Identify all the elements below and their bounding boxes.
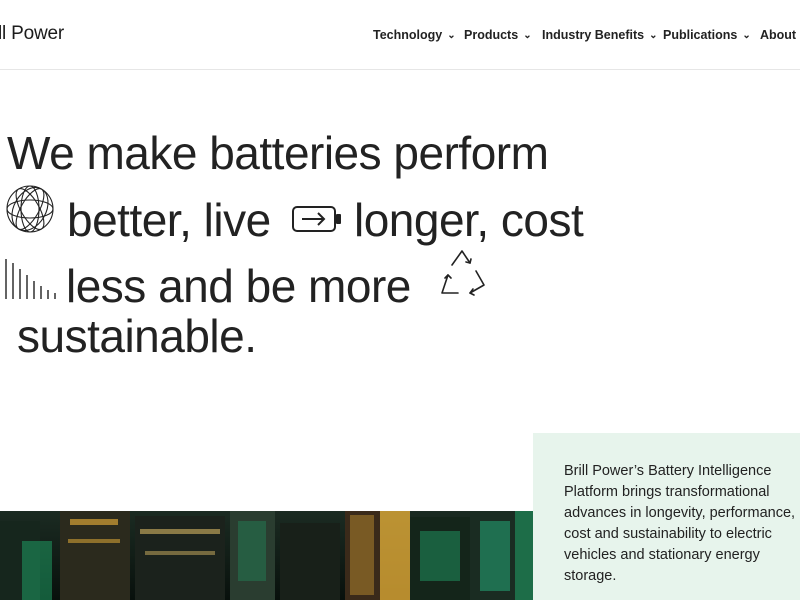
nav-item-publications[interactable]: Publications ⌄	[663, 28, 751, 42]
city-night-photo	[0, 511, 533, 600]
nav-item-about[interactable]: About⌄	[760, 28, 800, 42]
hero-line-1: We make batteries perform	[7, 127, 549, 179]
nav-label: About	[760, 28, 797, 42]
hero-line-2b: longer, cost	[354, 194, 584, 246]
chevron-down-icon: ⌄	[447, 30, 456, 41]
brand-logo[interactable]: ll Power	[0, 23, 64, 45]
nav-item-technology[interactable]: Technology ⌄	[373, 28, 456, 42]
hero-line-3: less and be more	[66, 260, 411, 312]
intro-text: Brill Power’s Battery Intelligence Platf…	[564, 463, 796, 584]
battery-arrow-icon	[292, 206, 341, 232]
recycle-arrows-icon	[441, 250, 485, 296]
bar-decline-icon	[5, 259, 56, 299]
intro-panel: Brill Power’s Battery Intelligence Platf…	[533, 433, 800, 600]
nav-label: Industry Benefits	[542, 28, 645, 42]
chevron-down-icon: ⌄	[649, 30, 658, 41]
hero-line-4: sustainable.	[17, 310, 257, 362]
city-skyline-image	[0, 511, 533, 600]
nav-item-products[interactable]: Products ⌄	[464, 28, 532, 42]
chevron-down-icon: ⌄	[742, 30, 751, 41]
chevron-down-icon: ⌄	[523, 30, 532, 41]
hero-line-2a: better, live	[67, 194, 271, 246]
orbit-sphere-icon	[6, 185, 54, 233]
site-header: ll Power Technology ⌄ Products ⌄ Industry …	[0, 0, 800, 70]
nav-item-industry-benefits[interactable]: Industry Benefits ⌄	[542, 28, 658, 42]
nav-label: Technology	[373, 28, 443, 42]
nav-label: Products	[464, 28, 519, 42]
nav-label: Publications	[663, 28, 738, 42]
